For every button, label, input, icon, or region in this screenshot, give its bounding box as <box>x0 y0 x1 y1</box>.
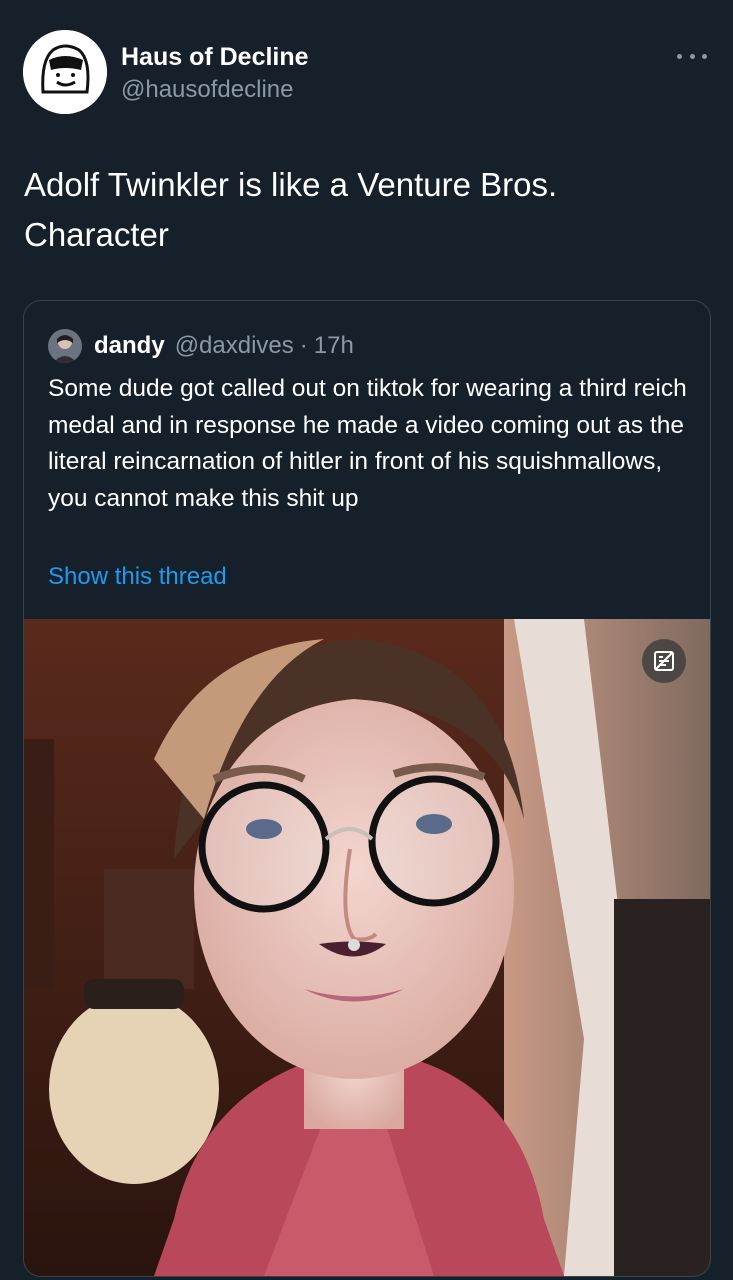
author-avatar[interactable] <box>23 30 107 114</box>
quoted-tweet[interactable]: dandy @daxdives · 17h Some dude got call… <box>23 300 711 1277</box>
quoted-tweet-text: Some dude got called out on tiktok for w… <box>48 375 687 512</box>
video-frame-illustration <box>24 619 710 1276</box>
author-name[interactable]: Haus of Decline <box>121 40 309 74</box>
author-handle[interactable]: @hausofdecline <box>121 74 309 106</box>
separator-dot: · <box>299 332 308 359</box>
quoted-tweet-media[interactable] <box>24 619 710 1276</box>
tweet-text: Adolf Twinkler is like a Venture Bros. C… <box>24 166 558 253</box>
more-horizontal-icon[interactable] <box>677 46 707 66</box>
quoted-tweet-time[interactable]: 17h <box>314 332 354 360</box>
show-thread-link[interactable]: Show this thread <box>48 563 227 591</box>
media-badge-icon[interactable] <box>642 639 686 683</box>
tweet: Haus of Decline @hausofdecline Adolf Twi… <box>0 0 733 1280</box>
quoted-author-handle[interactable]: @daxdives <box>175 332 294 360</box>
quoted-author-name[interactable]: dandy <box>94 332 165 360</box>
author-info: Haus of Decline @hausofdecline <box>121 40 309 106</box>
quoted-tweet-header: dandy @daxdives · 17h <box>48 329 354 363</box>
quoted-author-avatar[interactable] <box>48 329 82 363</box>
